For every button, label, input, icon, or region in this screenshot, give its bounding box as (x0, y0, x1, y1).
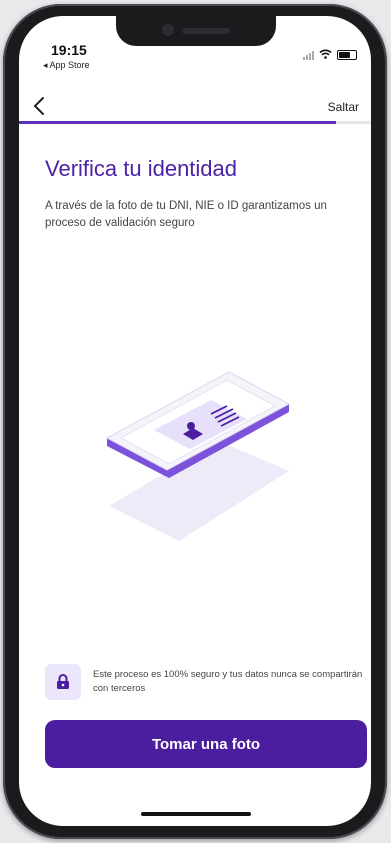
phone-frame: 19:15 ◂ App Store Saltar Verifica tu ide… (3, 4, 387, 839)
page-title: Verifica tu identidad (45, 156, 238, 181)
chevron-left-icon (33, 97, 44, 115)
home-indicator (141, 812, 251, 816)
notch (116, 16, 276, 46)
id-card-illustration (99, 366, 299, 571)
signal-icon (303, 50, 314, 60)
progress-bar-fill (19, 121, 336, 124)
skip-button[interactable]: Saltar (328, 100, 359, 114)
battery-icon (337, 50, 357, 60)
back-button[interactable] (25, 92, 53, 120)
status-icons (303, 46, 357, 64)
app-screen: 19:15 ◂ App Store Saltar Verifica tu ide… (19, 16, 371, 826)
page-subtitle: A través de la foto de tu DNI, NIE o ID … (45, 200, 327, 229)
wifi-icon (319, 46, 332, 64)
take-photo-button[interactable]: Tomar una foto (45, 720, 367, 768)
lock-icon (45, 664, 81, 700)
security-note: Este proceso es 100% seguro y tus datos … (45, 664, 365, 700)
progress-bar (19, 121, 371, 124)
status-time: 19:15 (51, 42, 87, 58)
security-note-text: Este proceso es 100% seguro y tus datos … (93, 669, 363, 694)
back-to-app-link[interactable]: ◂ App Store (43, 60, 90, 71)
camera (162, 24, 174, 36)
speaker (182, 28, 230, 34)
